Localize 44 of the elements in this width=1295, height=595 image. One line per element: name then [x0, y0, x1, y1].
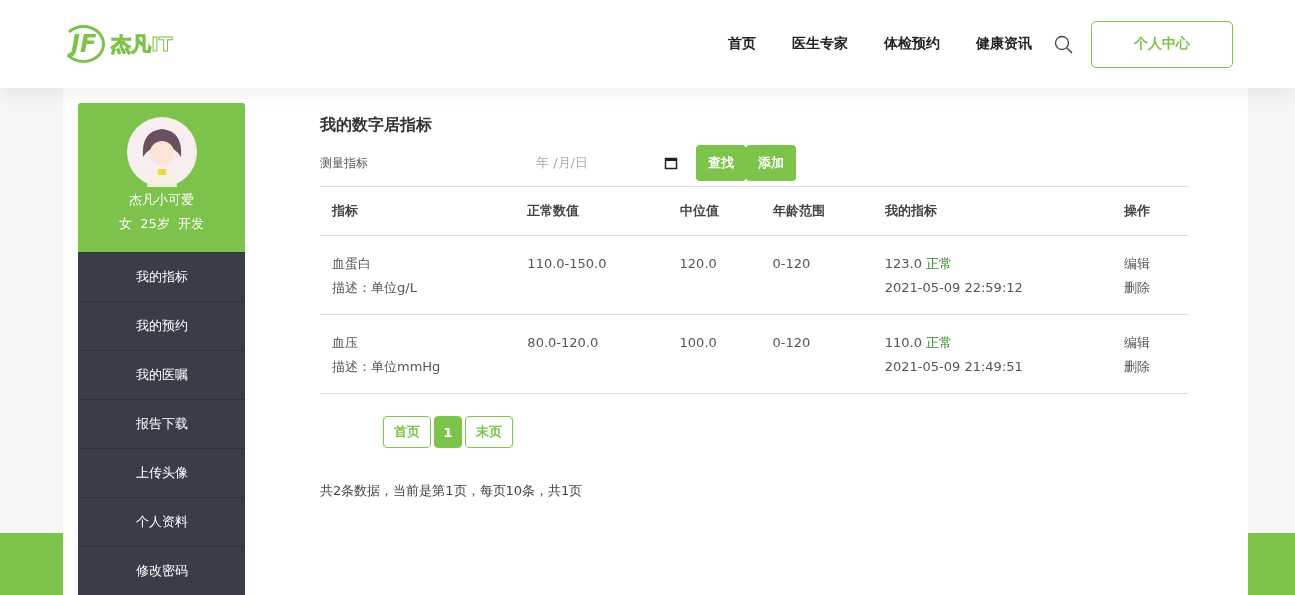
- action-link[interactable]: 编辑: [1124, 331, 1176, 355]
- user-details: 女 25岁 开发: [118, 215, 205, 233]
- nav-link[interactable]: 医生专家: [792, 35, 848, 53]
- measured-value: 110.0: [884, 335, 923, 350]
- avatar: [126, 117, 197, 187]
- menu-item[interactable]: 报告下载: [78, 399, 245, 448]
- action-link[interactable]: 删除: [1124, 276, 1176, 300]
- table-cell: 80.0-120.0: [515, 314, 668, 394]
- menu-item[interactable]: 我的医嘱: [78, 350, 245, 399]
- table-cell: 100.0: [667, 314, 761, 394]
- table-cell: 血蛋白 描述：单位g/L: [320, 235, 516, 315]
- column-header: 年龄范围: [760, 187, 873, 236]
- nav-link[interactable]: 体检预约: [884, 35, 940, 53]
- status-text: 正常: [926, 256, 953, 271]
- menu-item[interactable]: 个人资料: [78, 497, 245, 546]
- column-header: 操作: [1112, 187, 1188, 236]
- calendar-icon[interactable]: [664, 156, 678, 170]
- table-cell: 血压 描述：单位mmHg: [320, 314, 516, 394]
- menu-item[interactable]: 我的预约: [78, 301, 245, 350]
- column-header: 中位值: [667, 187, 761, 236]
- measured-value: 123.0: [884, 256, 923, 271]
- column-header: 正常数值: [515, 187, 668, 236]
- action-link[interactable]: 编辑: [1124, 252, 1176, 276]
- table-cell: 0-120: [760, 314, 873, 394]
- measured-time: 2021-05-09 21:49:51: [884, 358, 1024, 376]
- column-header: 我的指标: [872, 187, 1112, 236]
- column-header: 指标: [320, 187, 516, 236]
- table-cell: 110.0-150.0: [515, 235, 668, 315]
- menu-item[interactable]: 修改密码: [78, 546, 245, 595]
- logo-text: 杰凡IT: [111, 30, 173, 58]
- table-cell: 0-120: [760, 235, 873, 315]
- page-title: 我的数字居指标: [320, 115, 433, 136]
- menu-item[interactable]: 我的指标: [78, 252, 245, 301]
- measured-time: 2021-05-09 22:59:12: [884, 279, 1024, 297]
- nav-link[interactable]: 首页: [728, 35, 756, 53]
- action-link[interactable]: 删除: [1124, 355, 1176, 379]
- status-text: 正常: [926, 335, 953, 350]
- user-name: 杰凡小可爱: [129, 191, 194, 209]
- filter-label: 测量指标: [320, 154, 369, 172]
- table-cell: 120.0: [667, 235, 761, 315]
- search-icon[interactable]: [1054, 34, 1073, 54]
- pagination-summary: 共2条数据，当前是第1页，每页10条，共1页: [320, 482, 584, 500]
- nav-link[interactable]: 健康资讯: [976, 35, 1032, 53]
- menu-item[interactable]: 上传头像: [78, 448, 245, 497]
